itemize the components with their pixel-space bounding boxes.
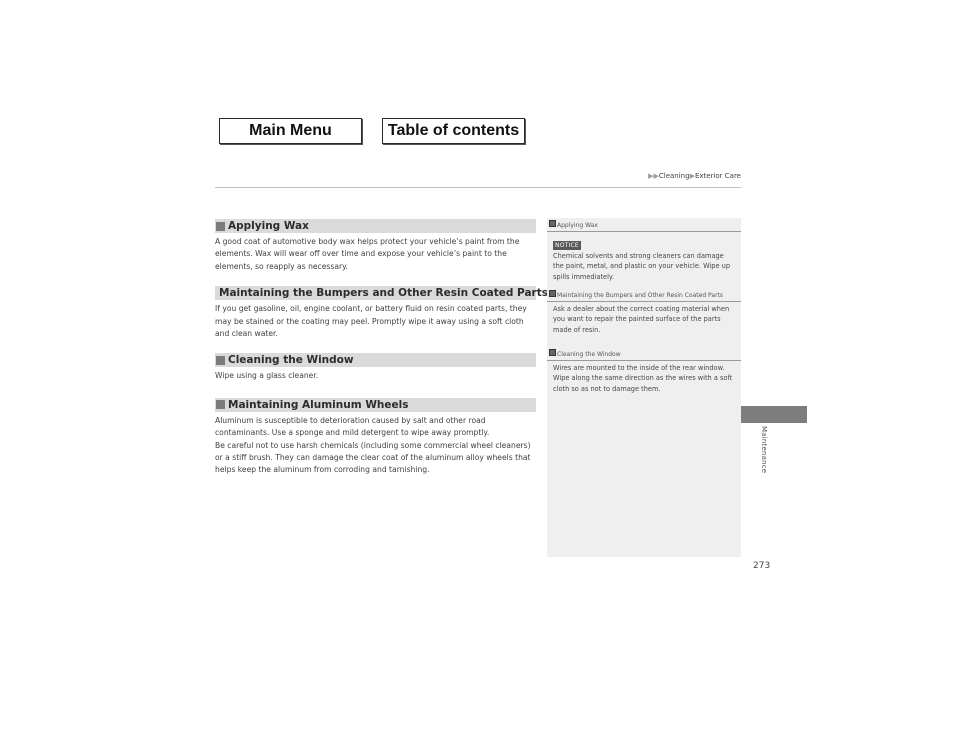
side-note-title: Cleaning the Window — [547, 349, 741, 361]
page-number: 273 — [753, 561, 771, 571]
table-of-contents-button[interactable]: Table of contents — [382, 118, 525, 144]
side-note-title: Applying Wax — [547, 220, 741, 232]
paragraph-line: Aluminum is susceptible to deterioration… — [215, 415, 490, 438]
square-bullet-icon — [216, 400, 225, 410]
section-cleaning-window: Cleaning the Window Wipe using a glass c… — [215, 353, 536, 382]
header-divider — [215, 187, 741, 188]
side-note-title: Maintaining the Bumpers and Other Resin … — [547, 290, 741, 302]
side-note-title-text: Cleaning the Window — [557, 351, 621, 358]
side-note-text: Ask a dealer about the correct coating m… — [553, 305, 730, 334]
breadcrumb: ▶▶Cleaning▶Exterior Care — [648, 172, 741, 180]
reference-marker-icon — [549, 349, 556, 356]
section-paragraph: If you get gasoline, oil, engine coolant… — [215, 304, 527, 339]
side-note-bumpers: Maintaining the Bumpers and Other Resin … — [547, 290, 741, 335]
side-note-window: Cleaning the Window Wires are mounted to… — [547, 349, 741, 394]
side-note-title-text: Maintaining the Bumpers and Other Resin … — [557, 292, 724, 299]
triangle-right-icon: ▶▶ — [648, 172, 659, 180]
section-heading: Applying Wax — [215, 219, 536, 233]
notice-badge: NOTICE — [553, 241, 581, 250]
section-maintaining-bumpers: Maintaining the Bumpers and Other Resin … — [215, 286, 548, 340]
section-heading: Maintaining Aluminum Wheels — [215, 397, 536, 412]
section-paragraph: Wipe using a glass cleaner. — [215, 371, 319, 381]
section-title: Applying Wax — [228, 220, 309, 232]
square-bullet-icon — [216, 221, 225, 231]
side-notes-panel: Applying Wax NOTICE Chemical solvents an… — [547, 218, 741, 557]
reference-marker-icon — [549, 290, 556, 297]
main-menu-button[interactable]: Main Menu — [219, 118, 362, 144]
side-note-title-text: Applying Wax — [557, 222, 598, 229]
chapter-thumb-tab[interactable] — [741, 406, 807, 423]
section-heading: Cleaning the Window — [215, 353, 536, 368]
square-bullet-icon — [216, 355, 225, 365]
paragraph-line: Be careful not to use harsh chemicals (i… — [215, 440, 531, 475]
section-title: Maintaining Aluminum Wheels — [228, 398, 409, 411]
section-title: Cleaning the Window — [228, 354, 354, 367]
section-heading: Maintaining the Bumpers and Other Resin … — [215, 286, 548, 301]
reference-marker-icon — [549, 220, 556, 227]
section-paragraph: Aluminum is susceptible to deterioration… — [215, 415, 536, 477]
side-note-text: Wires are mounted to the inside of the r… — [553, 364, 733, 393]
breadcrumb-item-cleaning[interactable]: Cleaning — [659, 172, 690, 180]
section-aluminum-wheels: Maintaining Aluminum Wheels Aluminum is … — [215, 397, 536, 477]
chapter-label: Maintenance — [760, 426, 768, 474]
side-note-applying-wax: Applying Wax NOTICE Chemical solvents an… — [547, 220, 741, 282]
main-content: Applying Wax A good coat of automotive b… — [215, 219, 548, 477]
section-title: Maintaining the Bumpers and Other Resin … — [219, 287, 549, 300]
side-note-text: Chemical solvents and strong cleaners ca… — [553, 252, 731, 281]
breadcrumb-item-exterior-care[interactable]: Exterior Care — [695, 172, 741, 180]
section-applying-wax: Applying Wax A good coat of automotive b… — [215, 219, 536, 273]
section-paragraph: A good coat of automotive body wax helps… — [215, 237, 520, 271]
